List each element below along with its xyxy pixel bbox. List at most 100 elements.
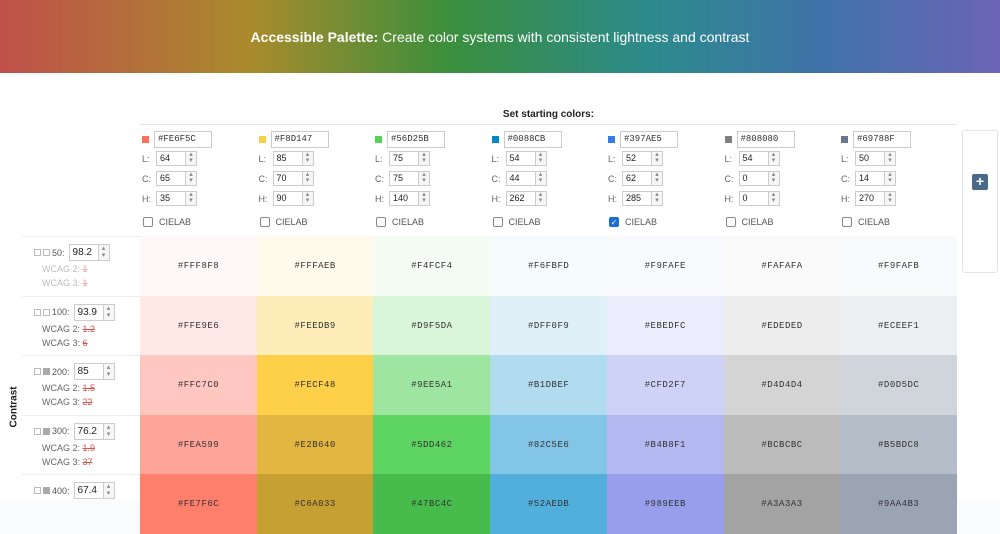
stepper-icon[interactable]: ▴ ▾ [302,151,314,166]
palette-cell[interactable]: #D0D5DC [840,355,958,415]
palette-cell[interactable]: #FFC7C0 [140,355,257,415]
l-input[interactable]: 54 [738,151,769,166]
stepper-icon[interactable]: ▴ ▾ [419,151,430,166]
hex-input[interactable]: #56D25B [387,130,445,148]
stepper-icon[interactable]: ▴ ▾ [768,191,780,206]
hex-input[interactable]: #F8D147 [270,130,329,148]
h-input[interactable]: 140 [389,191,419,206]
row-checkbox[interactable] [34,308,41,316]
palette-cell[interactable]: #B1DBEF [490,355,608,415]
stepper-icon[interactable]: ▴ ▾ [885,191,896,206]
c-input[interactable]: 62 [622,171,652,186]
hex-input[interactable]: #808080 [736,130,795,148]
stepper-icon[interactable]: ▴ ▾ [186,151,197,166]
h-input[interactable]: 270 [855,191,885,206]
palette-cell[interactable]: #FFE9E6 [140,295,257,356]
palette-cell[interactable]: #FFFAEB [256,236,374,296]
row-checkbox[interactable] [34,427,41,435]
palette-cell[interactable]: #F4FCF4 [373,236,491,296]
cielab-checkbox[interactable] [143,217,153,227]
palette-cell[interactable]: #D9F5DA [373,295,491,356]
h-input[interactable]: 285 [622,191,652,206]
stepper-icon[interactable]: ▴ ▾ [302,191,314,206]
cielab-checkbox[interactable] [725,217,736,227]
row-checkbox[interactable] [43,308,50,316]
h-input[interactable]: 262 [505,191,536,206]
row-lightness-input[interactable]: 93.9 [73,303,104,321]
cielab-checkbox[interactable]: ✓ [609,217,619,227]
stepper-icon[interactable]: ▴ ▾ [186,191,197,206]
palette-cell[interactable]: #EBEDFC [606,295,724,356]
stepper-icon[interactable]: ▴ ▾ [419,191,430,206]
c-input[interactable]: 14 [855,171,885,186]
stepper-icon[interactable]: ▴ ▾ [768,171,780,186]
l-input[interactable]: 52 [622,151,652,166]
palette-cell[interactable]: #A3A3A3 [723,474,841,534]
palette-cell[interactable]: #5DD462 [373,414,491,475]
c-input[interactable]: 0 [738,171,769,186]
palette-cell[interactable]: #FEEDB9 [256,295,374,356]
palette-cell[interactable]: #B5BDC8 [840,414,958,475]
stepper-icon[interactable]: ▴ ▾ [652,171,663,186]
c-input[interactable]: 44 [505,171,536,186]
h-input[interactable]: 35 [156,191,186,206]
palette-cell[interactable]: #82C5E6 [490,414,608,475]
stepper-icon[interactable]: ▴ ▾ [103,363,115,380]
palette-cell[interactable]: #CFD2F7 [606,355,724,415]
palette-cell[interactable]: #9EE5A1 [373,355,491,415]
palette-cell[interactable]: #ECEEF1 [840,295,958,356]
stepper-icon[interactable]: ▴ ▾ [186,171,197,186]
palette-cell[interactable]: #52AEDB [490,474,608,534]
c-input[interactable]: 75 [389,171,419,186]
l-input[interactable]: 75 [389,151,419,166]
stepper-icon[interactable]: ▴ ▾ [885,151,896,166]
stepper-icon[interactable]: ▴ ▾ [302,171,314,186]
palette-cell[interactable]: #FECF48 [256,355,374,415]
l-input[interactable]: 50 [855,151,885,166]
cielab-checkbox[interactable] [842,217,852,227]
palette-cell[interactable]: #B4B8F1 [606,414,724,475]
l-input[interactable]: 54 [505,151,536,166]
stepper-icon[interactable]: ▴ ▾ [885,171,896,186]
row-lightness-input[interactable]: 85 [73,363,104,380]
stepper-icon[interactable]: ▴ ▾ [535,191,547,206]
add-color-button[interactable]: + [972,174,988,190]
stepper-icon[interactable]: ▴ ▾ [535,151,547,166]
hex-input[interactable]: #397AE5 [620,130,678,148]
palette-cell[interactable]: #FE7F6C [140,474,257,534]
row-lightness-input[interactable]: 67.4 [73,482,104,499]
palette-cell[interactable]: #989EEB [606,474,724,534]
stepper-icon[interactable]: ▴ ▾ [103,422,115,440]
stepper-icon[interactable]: ▴ ▾ [103,303,115,321]
row-lightness-input[interactable]: 76.2 [73,422,104,440]
h-input[interactable]: 90 [272,191,303,206]
l-input[interactable]: 85 [272,151,303,166]
stepper-icon[interactable]: ▴ ▾ [535,171,547,186]
palette-cell[interactable]: #DFF0F9 [490,295,608,356]
stepper-icon[interactable]: ▴ ▾ [419,171,430,186]
c-input[interactable]: 70 [272,171,303,186]
palette-cell[interactable]: #EDEDED [723,295,841,356]
row-checkbox[interactable] [43,427,50,435]
cielab-checkbox[interactable] [376,217,386,227]
row-lightness-input[interactable]: 98.2 [68,244,99,261]
stepper-icon[interactable]: ▴ ▾ [652,191,663,206]
row-checkbox[interactable] [43,487,50,494]
row-checkbox[interactable] [43,368,50,375]
palette-cell[interactable]: #BCBCBC [723,414,841,475]
stepper-icon[interactable]: ▴ ▾ [768,151,780,166]
palette-cell[interactable]: #9AA4B3 [840,474,958,534]
hex-input[interactable]: #FE6F5C [154,130,212,148]
stepper-icon[interactable]: ▴ ▾ [652,151,663,166]
row-checkbox[interactable] [43,249,50,256]
stepper-icon[interactable]: ▴ ▾ [98,244,110,261]
c-input[interactable]: 65 [156,171,186,186]
l-input[interactable]: 64 [156,151,186,166]
h-input[interactable]: 0 [738,191,769,206]
palette-cell[interactable]: #FFF8F8 [140,236,257,296]
palette-cell[interactable]: #D4D4D4 [723,355,841,415]
palette-cell[interactable]: #F9FAFE [606,236,724,296]
palette-cell[interactable]: #FEA599 [140,414,257,475]
palette-cell[interactable]: #F6FBFD [490,236,608,296]
row-checkbox[interactable] [34,368,41,375]
